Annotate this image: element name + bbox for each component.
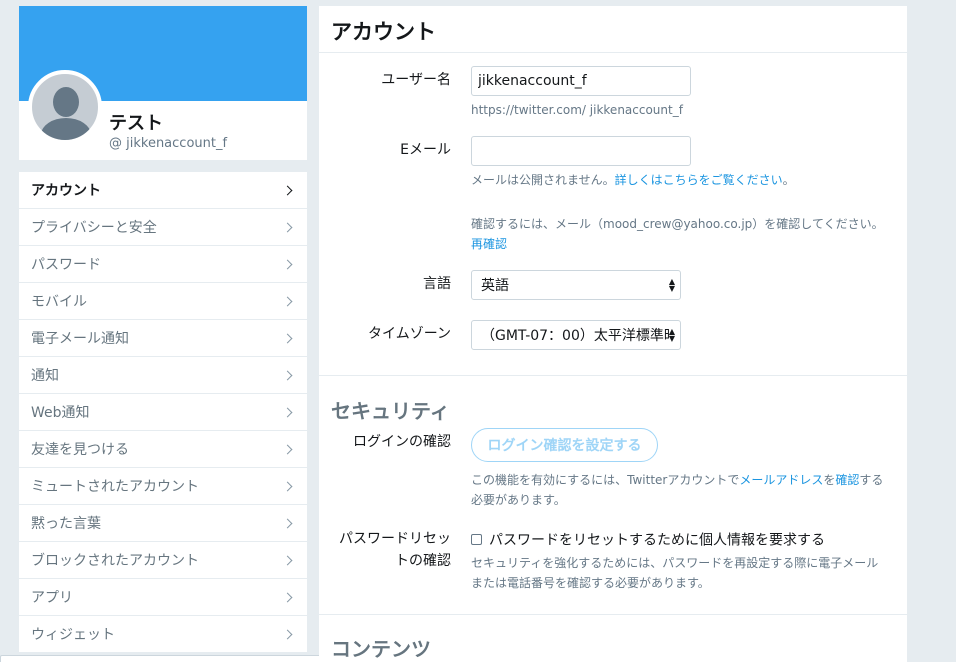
nav-item-label: パスワード	[31, 257, 101, 273]
nav-item-account[interactable]: アカウント	[19, 172, 307, 209]
email-address-link[interactable]: メールアドレス	[739, 473, 823, 487]
content-section-title: コンテンツ	[331, 637, 431, 661]
nav-item-blocked-accounts[interactable]: ブロックされたアカウント	[19, 542, 307, 579]
security-section-title: セキュリティ	[331, 399, 450, 423]
page-title: アカウント	[319, 6, 907, 53]
password-reset-option[interactable]: パスワードをリセットするために個人情報を要求する	[471, 529, 825, 550]
nav-item-label: ウィジェット	[31, 627, 115, 643]
nav-item-web-notifications[interactable]: Web通知	[19, 394, 307, 431]
login-verification-help: この機能を有効にするには、Twitterアカウントでメールアドレスを確認する	[471, 470, 883, 490]
chevron-right-icon	[282, 296, 293, 306]
confirm-link[interactable]: 確認	[835, 473, 859, 487]
nav-item-notifications[interactable]: 通知	[19, 357, 307, 394]
email-help-text: メールは公開されません。	[471, 173, 615, 187]
password-reset-help-line1: セキュリティを強化するためには、パスワードを再設定する際に電子メール	[471, 556, 879, 570]
login-help-text: この機能を有効にするには、Twitterアカウントで	[471, 473, 740, 487]
username-label: ユーザー名	[381, 72, 451, 88]
password-reset-checkbox[interactable]	[471, 534, 482, 545]
password-reset-help-line2: または電話番号を確認する必要があります。	[471, 576, 710, 590]
chevron-right-icon	[282, 518, 293, 528]
password-reset-checkbox-label[interactable]: パスワードをリセットするために個人情報を要求する	[489, 533, 825, 549]
chevron-right-icon	[282, 407, 293, 417]
chevron-right-icon	[282, 333, 293, 343]
select-arrows-icon: ▲ ▼	[668, 327, 675, 343]
nav-item-label: ブロックされたアカウント	[31, 553, 199, 569]
nav-item-label: 通知	[31, 368, 59, 384]
setup-login-verification-button[interactable]: ログイン確認を設定する	[471, 428, 658, 462]
language-selected: 英語	[481, 278, 509, 294]
section-divider	[319, 614, 907, 615]
chevron-right-icon	[282, 370, 293, 380]
login-verification-label: ログインの確認	[353, 434, 451, 450]
nav-item-mobile[interactable]: モバイル	[19, 283, 307, 320]
nav-item-email-notifications[interactable]: 電子メール通知	[19, 320, 307, 357]
nav-item-label: ミュートされたアカウント	[31, 479, 199, 495]
section-divider	[319, 375, 907, 376]
chevron-right-icon	[282, 444, 293, 454]
avatar-head	[53, 87, 79, 117]
nav-item-label: 友達を見つける	[31, 442, 129, 458]
chevron-right-icon	[282, 185, 293, 195]
email-help: メールは公開されません。詳しくはこちらをご覧ください。	[471, 170, 795, 190]
profile-screen-name[interactable]: @ jikkenaccount_f	[109, 136, 227, 151]
avatar[interactable]	[28, 70, 102, 144]
timezone-selected: （GMT-07：00）太平洋標準時	[481, 328, 669, 344]
timezone-label: タイムゾーン	[367, 326, 451, 342]
nav-item-label: モバイル	[31, 294, 87, 310]
nav-item-find-friends[interactable]: 友達を見つける	[19, 431, 307, 468]
timezone-select[interactable]: （GMT-07：00）太平洋標準時 ▲ ▼	[471, 320, 681, 350]
resend-confirmation-link[interactable]: 再確認	[471, 234, 507, 254]
nav-item-label: 黙った言葉	[31, 516, 101, 532]
nav-item-label: 電子メール通知	[31, 331, 129, 347]
chevron-right-icon	[282, 481, 293, 491]
settings-panel: アカウント ユーザー名 https://twitter.com/ jikkena…	[319, 6, 907, 662]
profile-display-name[interactable]: テスト	[109, 109, 163, 135]
settings-nav: アカウント プライバシーと安全 パスワード モバイル 電子メール通知 通知 We…	[19, 172, 307, 653]
chevron-right-icon	[282, 592, 293, 602]
nav-item-widgets[interactable]: ウィジェット	[19, 616, 307, 653]
nav-item-muted-words[interactable]: 黙った言葉	[19, 505, 307, 542]
email-confirm-text: 確認するには、メール（mood_crew@yahoo.co.jp）を確認してくだ…	[471, 217, 884, 231]
language-label: 言語	[423, 276, 451, 292]
username-input[interactable]	[471, 66, 691, 96]
login-help-text: する	[859, 473, 884, 487]
login-verification-help-line2: 必要があります。	[471, 493, 566, 507]
status-bar-stub	[0, 655, 372, 662]
nav-item-label: アプリ	[31, 590, 73, 606]
email-help-suffix: 。	[782, 173, 795, 187]
nav-item-muted-accounts[interactable]: ミュートされたアカウント	[19, 468, 307, 505]
password-reset-label-line2: トの確認	[395, 553, 451, 569]
chevron-right-icon	[282, 555, 293, 565]
email-input[interactable]	[471, 136, 691, 166]
nav-item-label: アカウント	[31, 183, 101, 199]
password-reset-label-line1: パスワードリセッ	[339, 531, 451, 547]
nav-item-privacy[interactable]: プライバシーと安全	[19, 209, 307, 246]
avatar-body	[41, 118, 91, 140]
nav-item-label: Web通知	[31, 405, 90, 421]
nav-item-password[interactable]: パスワード	[19, 246, 307, 283]
select-arrows-icon: ▲ ▼	[668, 277, 675, 293]
chevron-right-icon	[282, 259, 293, 269]
chevron-right-icon	[282, 629, 293, 639]
nav-item-label: プライバシーと安全	[31, 220, 157, 236]
nav-item-apps[interactable]: アプリ	[19, 579, 307, 616]
learn-more-link[interactable]: 詳しくはこちらをご覧ください	[615, 173, 783, 187]
login-help-text: を	[823, 473, 836, 487]
language-select[interactable]: 英語 ▲ ▼	[471, 270, 681, 300]
email-label: Eメール	[400, 142, 451, 158]
chevron-right-icon	[282, 222, 293, 232]
profile-card: テスト @ jikkenaccount_f	[19, 6, 307, 160]
username-url: https://twitter.com/ jikkenaccount_f	[471, 103, 683, 117]
